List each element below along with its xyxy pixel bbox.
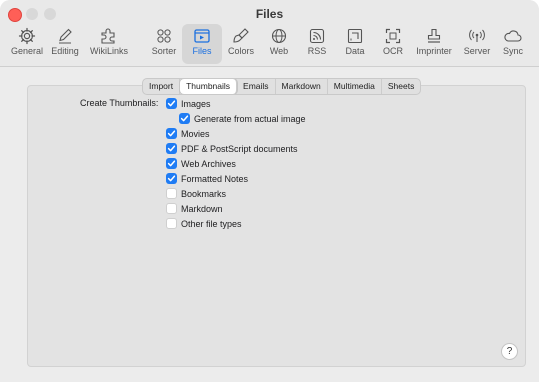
checkbox-pdf-postscript[interactable]: PDF & PostScript documents [166,143,298,155]
toolbar-label-wikilinks: WikiLinks [89,46,128,56]
checkbox-label: Web Archives [181,159,236,169]
checkbox-label: Other file types [181,219,242,229]
toolbar-item-imprinter[interactable]: Imprinter [414,24,454,64]
dots-grid-icon [157,29,171,43]
checkbox-box[interactable] [166,98,177,109]
checkbox-movies[interactable]: Movies [166,128,210,140]
help-button[interactable]: ? [501,343,518,360]
checkbox-label: PDF & PostScript documents [181,144,298,154]
puzzle-icon [101,28,115,44]
checkbox-box[interactable] [166,158,177,169]
preferences-content: Import Thumbnails Emails Markdown Multim… [0,67,539,382]
toolbar-item-sorter[interactable]: Sorter [144,24,184,64]
checkbox-box[interactable] [166,143,177,154]
pencil-icon [59,28,72,44]
checkbox-label: Bookmarks [181,189,227,199]
checkbox-bookmarks[interactable]: Bookmarks [166,188,226,200]
toolbar-item-web[interactable]: Web [259,24,299,64]
checkbox-images[interactable]: Images [166,98,211,110]
toolbar-item-data[interactable]: Data [335,24,375,64]
checkbox-markdown[interactable]: Markdown [166,203,223,215]
toolbar-item-rss[interactable]: RSS [297,24,337,64]
antenna-icon [469,29,485,42]
tab-bar: Import Thumbnails Emails Markdown Multim… [142,78,422,95]
checkbox-label: Formatted Notes [181,174,249,184]
checkbox-label: Generate from actual image [194,114,306,124]
preferences-toolbar: General Editing WikiLinks Sorter Files C… [0,24,539,64]
checkbox-label: Images [181,99,211,109]
checkbox-box[interactable] [166,173,177,184]
tab-emails[interactable]: Emails [237,79,276,94]
toolbar-item-server[interactable]: Server [457,24,497,64]
files-icon [194,29,210,43]
ocr-icon [385,28,401,44]
globe-icon [271,28,287,44]
tab-thumbnails[interactable]: Thumbnails [180,79,238,94]
toolbar-item-general[interactable]: General [7,24,47,64]
tab-import[interactable]: Import [143,79,181,94]
tab-markdown[interactable]: Markdown [276,79,328,94]
thumbnails-panel [27,85,526,367]
title-bar: Files General Editing WikiLinks Sorter F… [0,0,539,67]
toolbar-item-sync[interactable]: Sync [493,24,533,64]
stamp-icon [427,28,441,43]
checkbox-web-archives[interactable]: Web Archives [166,158,236,170]
toolbar-item-colors[interactable]: Colors [221,24,261,64]
toolbar-item-ocr[interactable]: OCR [373,24,413,64]
cloud-icon [504,30,522,42]
window-title: Files [255,7,284,21]
checkbox-box[interactable] [166,128,177,139]
checkbox-other-file-types[interactable]: Other file types [166,218,242,230]
toolbar-label-sync: Sync [502,46,523,56]
create-thumbnails-label: Create Thumbnails: [80,98,159,108]
data-icon [347,28,363,44]
toolbar-item-wikilinks[interactable]: WikiLinks [89,24,129,64]
tab-multimedia[interactable]: Multimedia [328,79,382,94]
checkbox-box[interactable] [179,113,190,124]
tab-sheets[interactable]: Sheets [382,79,420,94]
toolbar-item-editing[interactable]: Editing [45,24,85,64]
checkbox-box[interactable] [166,203,177,214]
gear-icon [18,27,36,45]
rss-icon [309,28,325,44]
checkbox-label: Movies [181,129,210,139]
brush-icon [233,28,249,43]
checkbox-generate-from-actual-image[interactable]: Generate from actual image [179,113,306,125]
toolbar-item-files[interactable]: Files [182,24,222,64]
checkbox-box[interactable] [166,218,177,229]
checkbox-box[interactable] [166,188,177,199]
checkbox-label: Markdown [181,204,223,214]
checkbox-formatted-notes[interactable]: Formatted Notes [166,173,248,185]
preferences-window: Files General Editing WikiLinks Sorter F… [0,0,539,382]
